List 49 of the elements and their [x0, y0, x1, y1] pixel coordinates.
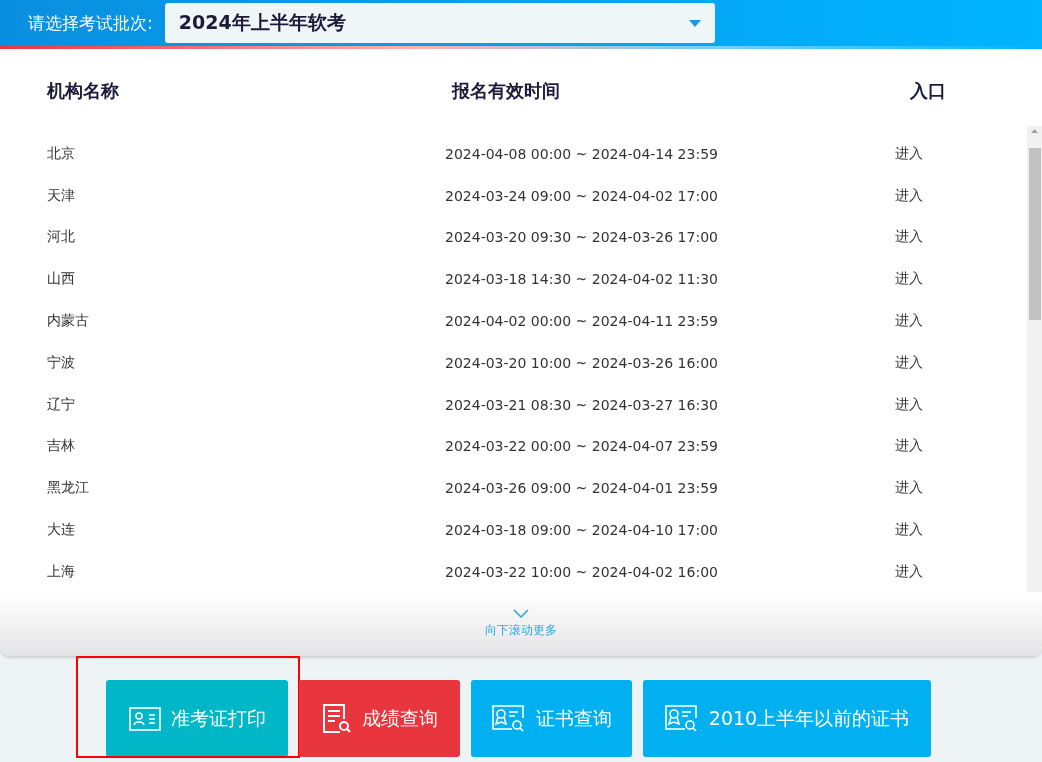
batch-select[interactable]: 2024年上半年软考 — [164, 3, 715, 43]
enter-link[interactable]: 进入 — [895, 186, 923, 205]
table-cell: 2024-03-21 08:30 ~ 2024-03-27 16:30 — [445, 396, 718, 413]
table-cell: 黑龙江 — [47, 479, 89, 498]
enter-link[interactable]: 进入 — [895, 312, 923, 331]
id-card-icon — [128, 706, 161, 731]
enter-link[interactable]: 进入 — [895, 479, 923, 498]
enter-link[interactable]: 进入 — [895, 562, 923, 581]
column-header: 机构名称 — [47, 79, 119, 103]
table-cell: 2024-03-22 00:00 ~ 2024-04-07 23:59 — [445, 438, 718, 455]
column-header: 报名有效时间 — [452, 79, 560, 103]
enter-link[interactable]: 进入 — [895, 144, 923, 163]
enter-link[interactable]: 进入 — [895, 353, 923, 372]
scroll-up-icon[interactable] — [1031, 129, 1038, 133]
scrollbar[interactable] — [1027, 126, 1042, 594]
table-cell: 2024-03-24 09:00 ~ 2024-04-02 17:00 — [445, 187, 718, 204]
enter-link[interactable]: 进入 — [895, 521, 923, 540]
enter-link[interactable]: 进入 — [895, 395, 923, 414]
table-cell: 宁波 — [47, 353, 75, 372]
table-cell: 2024-03-20 09:30 ~ 2024-03-26 17:00 — [445, 229, 718, 246]
table-cell: 内蒙古 — [47, 312, 89, 331]
caret-icon — [688, 19, 701, 27]
table-cell: 上海 — [47, 562, 75, 581]
table-cell: 北京 — [47, 144, 75, 163]
enter-link[interactable]: 进入 — [895, 228, 923, 247]
table-cell: 吉林 — [47, 437, 75, 456]
action-button[interactable]: 成绩查询 — [299, 680, 460, 757]
table-cell: 2024-03-18 14:30 ~ 2024-04-02 11:30 — [445, 271, 718, 288]
table-cell: 2024-04-08 00:00 ~ 2024-04-14 23:59 — [445, 145, 718, 162]
table-cell: 2024-04-02 00:00 ~ 2024-04-11 23:59 — [445, 313, 718, 330]
scroll-thumb[interactable] — [1028, 148, 1041, 320]
document-search-icon — [321, 702, 352, 735]
table-cell: 河北 — [47, 228, 75, 247]
table-cell: 2024-03-22 10:00 ~ 2024-04-02 16:00 — [445, 563, 718, 580]
table-cell: 2024-03-18 09:00 ~ 2024-04-10 17:00 — [445, 522, 718, 539]
table-cell: 辽宁 — [47, 395, 75, 414]
enter-link[interactable]: 进入 — [895, 437, 923, 456]
table-cell: 天津 — [47, 186, 75, 205]
table-cell: 大连 — [47, 521, 75, 540]
certificate-search-icon — [664, 704, 699, 733]
table-cell: 山西 — [47, 270, 75, 289]
batch-label: 请选择考试批次: — [28, 11, 153, 35]
certificate-search-icon — [491, 704, 526, 733]
enter-link[interactable]: 进入 — [895, 270, 923, 289]
column-header: 入口 — [910, 79, 946, 103]
table-cell: 2024-03-26 09:00 ~ 2024-04-01 23:59 — [445, 480, 718, 497]
scroll-hint: 向下滚动更多 — [485, 622, 557, 639]
table-cell: 2024-03-20 10:00 ~ 2024-03-26 16:00 — [445, 354, 718, 371]
chevron-down-icon — [513, 609, 529, 618]
